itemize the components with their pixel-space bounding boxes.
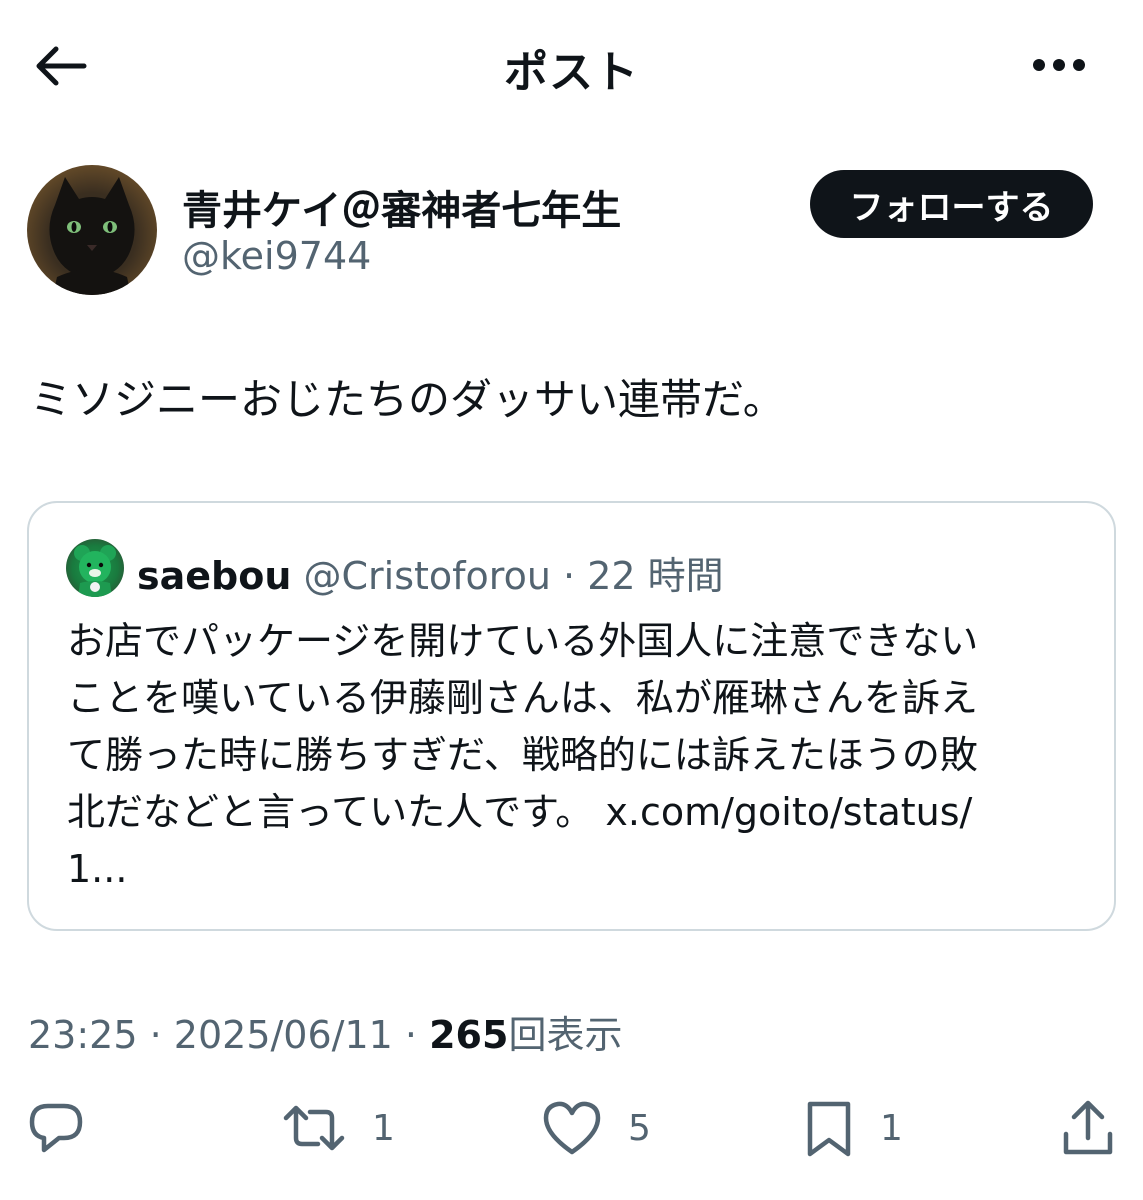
follow-button[interactable]: フォローする: [810, 170, 1093, 238]
top-bar: ポスト: [0, 0, 1143, 130]
bookmark-button[interactable]: 1: [804, 1092, 903, 1164]
bookmark-icon: [807, 1101, 851, 1157]
quoted-post-meta: saebou @Cristoforou · 22 時間: [137, 545, 724, 600]
author-display-name[interactable]: 青井ケイ＠審神者七年生: [182, 178, 621, 236]
quoted-post-text: お店でパッケージを開けている外国人に注意できない ことを嘆いている伊藤剛さんは、…: [67, 613, 1077, 898]
quoted-author-handle: @Cristoforou: [303, 554, 551, 598]
quoted-text-line: ことを嘆いている伊藤剛さんは、私が雁琳さんを訴え: [67, 676, 978, 720]
quoted-text-line: 1...: [67, 847, 128, 891]
quoted-text-line: て勝った時に勝ちすぎだ、戦略的には訴えたほうの敗: [67, 733, 978, 777]
author-handle[interactable]: @kei9744: [182, 234, 371, 278]
quoted-post-time: 22 時間: [587, 554, 724, 598]
more-button[interactable]: [1027, 40, 1091, 90]
like-count: 5: [628, 1107, 651, 1149]
action-bar: 1 5 1: [0, 1092, 1143, 1172]
heart-icon: [543, 1101, 601, 1155]
reply-icon: [29, 1103, 83, 1153]
separator-dot: ·: [404, 1013, 418, 1057]
page-title: ポスト: [504, 47, 639, 98]
quoted-author-avatar: [66, 539, 124, 597]
views-label: 回表示: [508, 1013, 623, 1057]
post-text: ミソジニーおじたちのダッサい連帯だ。: [30, 375, 785, 424]
author-avatar[interactable]: [27, 165, 157, 295]
share-button[interactable]: [1060, 1092, 1116, 1164]
share-icon: [1063, 1100, 1113, 1155]
separator-dot: ·: [563, 554, 576, 598]
post-detail-page: ポスト 青井ケイ＠審神者七年生 @kei9744 フォローする ミソジニーおじた…: [0, 0, 1143, 1200]
quoted-text-line: 北だなどと言っていた人です。 x.com/goito/status/: [67, 790, 973, 834]
bookmark-count: 1: [880, 1107, 903, 1149]
repost-icon: [283, 1105, 345, 1151]
quoted-author-name: saebou: [137, 554, 292, 598]
post-date: 2025/06/11: [173, 1013, 393, 1057]
reply-button[interactable]: [26, 1092, 86, 1164]
quoted-text-line: お店でパッケージを開けている外国人に注意できない: [67, 619, 979, 663]
post-meta: 23:25 · 2025/06/11 · 265回表示: [28, 1004, 622, 1059]
quoted-post-card[interactable]: saebou @Cristoforou · 22 時間 お店でパッケージを開けて…: [27, 501, 1116, 931]
repost-button[interactable]: 1: [282, 1092, 395, 1164]
repost-count: 1: [372, 1107, 395, 1149]
green-bear-avatar: [74, 545, 116, 597]
separator-dot: ·: [149, 1013, 162, 1057]
black-cat-avatar: [49, 177, 135, 295]
like-button[interactable]: 5: [542, 1092, 651, 1164]
more-horizontal-icon: [1033, 59, 1085, 71]
post-time: 23:25: [28, 1013, 138, 1057]
views-count: 265: [429, 1013, 509, 1057]
